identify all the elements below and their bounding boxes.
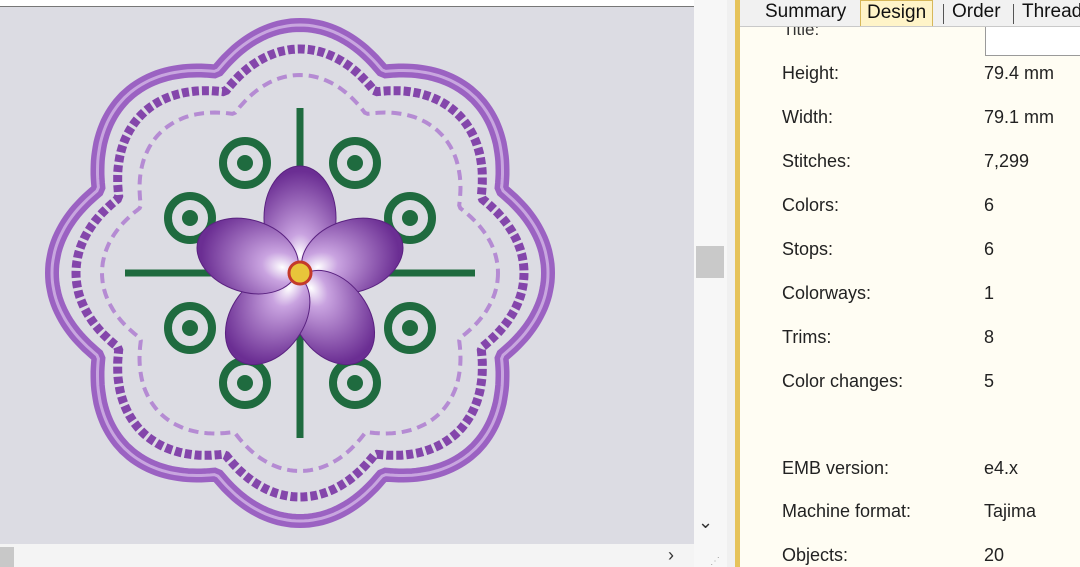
title-field[interactable]	[985, 27, 1080, 56]
horizontal-scrollbar[interactable]	[0, 544, 694, 567]
properties-tabs: Summary Design Order Thread	[740, 0, 1080, 27]
chevron-right-icon[interactable]: ›	[668, 545, 674, 566]
green-scroll-center	[237, 375, 253, 391]
machine-format-label: Machine format:	[782, 501, 912, 521]
objects-label: Objects:	[782, 545, 849, 565]
chevron-down-icon[interactable]: ⌄	[698, 512, 713, 533]
emb-version-value: e4.x	[984, 458, 1019, 478]
tab-separator	[943, 4, 944, 24]
vertical-scrollbar[interactable]: ⌄	[694, 0, 727, 567]
green-scroll-center	[347, 375, 363, 391]
machine-format-value: Tajima	[984, 501, 1037, 521]
colorways-label: Colorways:	[782, 283, 872, 303]
tab-separator	[1013, 4, 1014, 24]
colors-label: Colors:	[782, 195, 840, 215]
green-scroll-center	[402, 210, 418, 226]
width-label: Width:	[782, 107, 834, 127]
width-value: 79.1 mm	[984, 107, 1055, 127]
tab-thread[interactable]: Thread	[1022, 0, 1080, 26]
green-scroll-center	[182, 210, 198, 226]
embroidery-design	[44, 17, 556, 529]
design-canvas[interactable]	[0, 6, 694, 545]
green-scroll-center	[402, 320, 418, 336]
stops-value: 6	[984, 239, 995, 259]
height-label: Height:	[782, 63, 840, 83]
flower-center	[287, 260, 313, 286]
colors-value: 6	[984, 195, 995, 215]
stitches-label: Stitches:	[782, 151, 852, 171]
stops-label: Stops:	[782, 239, 834, 259]
tab-summary[interactable]: Summary	[765, 0, 846, 26]
trims-label: Trims:	[782, 327, 832, 347]
tab-order[interactable]: Order	[952, 0, 1001, 26]
stitches-value: 7,299	[984, 151, 1030, 171]
height-value: 79.4 mm	[984, 63, 1055, 83]
objects-value: 20	[984, 545, 1005, 565]
color-changes-value: 5	[984, 371, 995, 391]
color-changes-label: Color changes:	[782, 371, 904, 391]
vertical-scroll-thumb[interactable]	[696, 246, 724, 278]
green-scroll-center	[347, 155, 363, 171]
green-scroll-center	[237, 155, 253, 171]
trims-value: 8	[984, 327, 995, 347]
colorways-value: 1	[984, 283, 995, 303]
emb-version-label: EMB version:	[782, 458, 890, 478]
resize-grip[interactable]: ⋰	[710, 556, 722, 567]
tab-design[interactable]: Design	[860, 0, 934, 26]
horizontal-scroll-thumb[interactable]	[0, 547, 14, 567]
green-scroll-center	[182, 320, 198, 336]
